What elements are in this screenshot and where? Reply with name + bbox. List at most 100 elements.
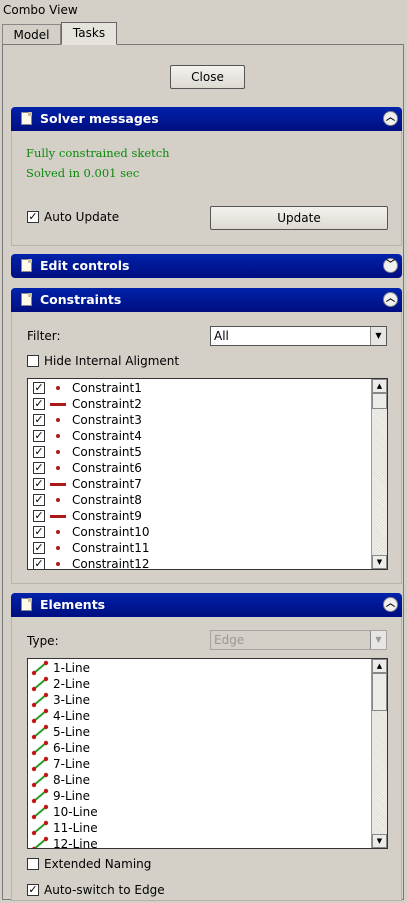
tab-model[interactable]: Model [2, 24, 61, 44]
collapse-icon[interactable]: ︿ [383, 597, 398, 612]
element-label: 8-Line [53, 773, 90, 787]
solver-messages-body: Fully constrained sketch Solved in 0.001… [11, 131, 402, 246]
edge-line-icon [31, 724, 49, 740]
chevron-down-icon: ▼ [370, 631, 386, 649]
edge-line-icon [32, 836, 49, 848]
element-row[interactable]: 7-Line [28, 756, 371, 772]
collapse-icon[interactable]: ︿ [383, 111, 398, 126]
constraint-checkbox[interactable]: ✓ [33, 494, 45, 506]
solver-messages-title: Solver messages [40, 111, 159, 126]
point-icon [56, 466, 60, 470]
edge-line-icon [31, 708, 49, 724]
panel-icon [21, 112, 32, 125]
constraint-row[interactable]: ✓ Constraint4 [28, 428, 371, 444]
constraint-row[interactable]: ✓ Constraint9 [28, 508, 371, 524]
element-row[interactable]: 6-Line [28, 740, 371, 756]
edge-line-icon [31, 660, 49, 676]
elements-header[interactable]: Elements ︿ [11, 593, 402, 617]
constraints-header[interactable]: Constraints ︿ [11, 288, 402, 312]
tab-bar: Model Tasks [0, 22, 407, 45]
constraint-checkbox[interactable]: ✓ [33, 510, 45, 522]
scroll-thumb[interactable] [372, 673, 387, 711]
element-row[interactable]: 5-Line [28, 724, 371, 740]
point-icon [56, 418, 60, 422]
expand-icon[interactable]: ﹀ [383, 258, 398, 273]
constraint-row[interactable]: ✓ Constraint10 [28, 524, 371, 540]
update-button[interactable]: Update [210, 206, 388, 230]
constraint-label: Constraint2 [72, 397, 142, 411]
type-label: Type: [27, 634, 59, 648]
constraint-label: Constraint6 [72, 461, 142, 475]
auto-update-checkbox[interactable]: ✓ [27, 211, 39, 223]
elements-list[interactable]: 1-Line 2-Line 3-Line 4-Line 5-Line 6-Line 7-Li… [27, 658, 388, 849]
constraint-checkbox[interactable]: ✓ [33, 414, 45, 426]
constraint-checkbox[interactable]: ✓ [33, 462, 45, 474]
constraint-checkbox[interactable]: ✓ [33, 542, 45, 554]
scroll-down-icon[interactable]: ▼ [372, 555, 387, 569]
constraint-label: Constraint8 [72, 493, 142, 507]
element-row[interactable]: 11-Line [28, 820, 371, 836]
constraint-row[interactable]: ✓ Constraint11 [28, 540, 371, 556]
edge-line-icon [31, 788, 49, 804]
constraint-label: Constraint3 [72, 413, 142, 427]
element-row[interactable]: 4-Line [28, 708, 371, 724]
constraint-row[interactable]: ✓ Constraint8 [28, 492, 371, 508]
element-row[interactable]: 9-Line [28, 788, 371, 804]
element-row[interactable]: 2-Line [28, 676, 371, 692]
constraints-list[interactable]: ✓ Constraint1 ✓ Constraint2 ✓ Constraint3 ✓ Con… [27, 378, 388, 570]
element-row[interactable]: 8-Line [28, 772, 371, 788]
constraint-checkbox[interactable]: ✓ [33, 526, 45, 538]
scroll-down-icon[interactable]: ▼ [372, 834, 387, 848]
collapse-icon[interactable]: ︿ [383, 292, 398, 307]
constraint-label: Constraint11 [72, 541, 150, 555]
element-label: 4-Line [53, 709, 90, 723]
scroll-thumb[interactable] [372, 393, 387, 409]
constraint-row[interactable]: ✓ Constraint5 [28, 444, 371, 460]
constraint-checkbox[interactable]: ✓ [33, 446, 45, 458]
element-label: 6-Line [53, 741, 90, 755]
element-row[interactable]: 1-Line [28, 660, 371, 676]
constraint-row[interactable]: ✓ Constraint1 [28, 380, 371, 396]
element-row[interactable]: 12-Line [28, 836, 371, 848]
edit-controls-header[interactable]: Edit controls ﹀ [11, 254, 402, 278]
point-icon [56, 546, 60, 550]
constraint-checkbox[interactable]: ✓ [33, 382, 45, 394]
element-label: 1-Line [53, 661, 90, 675]
panel-icon [21, 293, 32, 306]
constraint-row[interactable]: ✓ Constraint6 [28, 460, 371, 476]
constraint-row[interactable]: ✓ Constraint7 [28, 476, 371, 492]
element-label: 11-Line [53, 821, 98, 835]
panel-icon [21, 259, 32, 272]
element-row[interactable]: 10-Line [28, 804, 371, 820]
point-icon [56, 562, 60, 566]
elements-scrollbar[interactable]: ▲ ▼ [371, 659, 387, 848]
type-select[interactable]: Edge ▼ [210, 630, 387, 650]
constraint-checkbox[interactable]: ✓ [33, 478, 45, 490]
constraint-checkbox[interactable]: ✓ [33, 398, 45, 410]
point-icon [56, 498, 60, 502]
auto-switch-label: Auto-switch to Edge [44, 883, 165, 897]
close-button[interactable]: Close [170, 65, 245, 89]
scroll-up-icon[interactable]: ▲ [372, 379, 387, 393]
filter-select[interactable]: All ▼ [210, 326, 387, 346]
element-label: 10-Line [53, 805, 98, 819]
solver-messages-header[interactable]: Solver messages ︿ [11, 107, 402, 131]
constraint-row[interactable]: ✓ Constraint2 [28, 396, 371, 412]
constraints-scrollbar[interactable]: ▲ ▼ [371, 379, 387, 569]
constraint-checkbox[interactable]: ✓ [33, 430, 45, 442]
edge-line-icon [31, 772, 49, 788]
constraint-row[interactable]: ✓ Constraint12 [28, 556, 371, 569]
element-row[interactable]: 3-Line [28, 692, 371, 708]
chevron-down-icon: ▼ [370, 327, 386, 345]
tab-tasks[interactable]: Tasks [61, 22, 117, 45]
extended-naming-checkbox[interactable] [27, 858, 39, 870]
constraints-title: Constraints [40, 292, 122, 307]
filter-value: All [214, 329, 229, 343]
constraint-label: Constraint12 [72, 557, 150, 569]
hide-internal-checkbox[interactable] [27, 355, 39, 367]
auto-update-label: Auto Update [44, 210, 120, 224]
constraint-row[interactable]: ✓ Constraint3 [28, 412, 371, 428]
auto-switch-checkbox[interactable]: ✓ [27, 884, 39, 896]
constraint-checkbox[interactable]: ✓ [33, 558, 45, 569]
scroll-up-icon[interactable]: ▲ [372, 659, 387, 673]
